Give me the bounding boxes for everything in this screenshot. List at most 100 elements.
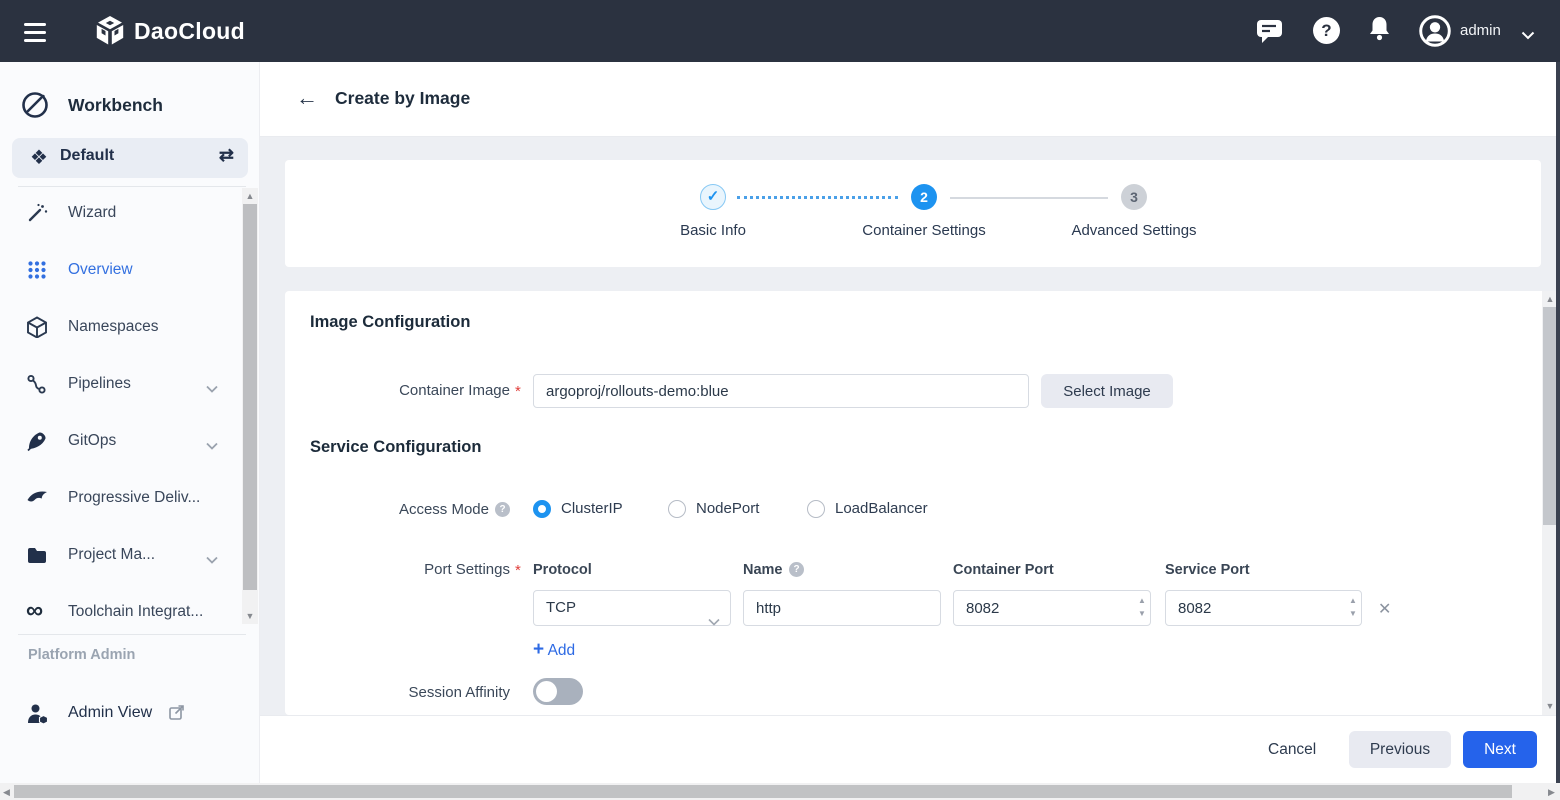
infinity-icon: ∞ bbox=[26, 595, 48, 617]
container-port-stepper[interactable]: ▲▼ bbox=[1135, 594, 1149, 620]
sidebar-scrollbar-thumb[interactable] bbox=[243, 204, 257, 590]
bell-icon[interactable] bbox=[1366, 15, 1393, 49]
sidebar-item-namespaces[interactable]: Namespaces bbox=[0, 310, 240, 344]
horizontal-scrollbar[interactable]: ◀ ▶ bbox=[0, 783, 1560, 800]
access-mode-help-icon[interactable]: ? bbox=[495, 502, 510, 517]
sidebar-item-pipelines[interactable]: Pipelines bbox=[0, 367, 240, 401]
sidebar-item-wizard[interactable]: Wizard bbox=[0, 196, 240, 230]
workspace-name: Default bbox=[60, 147, 114, 165]
port-settings-label: Port Settings bbox=[285, 562, 510, 578]
container-image-input[interactable] bbox=[533, 374, 1029, 408]
window-right-scrollbar[interactable] bbox=[1556, 62, 1560, 783]
chevron-down-icon bbox=[206, 380, 218, 398]
chevron-down-icon bbox=[206, 437, 218, 455]
col-name: Name bbox=[743, 562, 783, 578]
service-port-input[interactable] bbox=[1165, 590, 1362, 626]
cube-icon bbox=[26, 316, 48, 338]
required-asterisk: * bbox=[515, 383, 521, 400]
step-2-label: Container Settings bbox=[834, 222, 1014, 239]
service-port-stepper[interactable]: ▲▼ bbox=[1346, 594, 1360, 620]
admin-person-icon bbox=[26, 702, 48, 724]
step-2-circle[interactable]: 2 bbox=[911, 184, 937, 210]
stepper-card: ✓ 2 3 Basic Info Container Settings Adva… bbox=[285, 160, 1541, 267]
avatar[interactable] bbox=[1419, 15, 1451, 52]
horizontal-scrollbar-thumb[interactable] bbox=[14, 785, 1512, 798]
daocloud-logo-icon bbox=[92, 13, 128, 54]
select-chevron-down-icon bbox=[708, 605, 720, 639]
delete-port-row-icon[interactable]: ✕ bbox=[1378, 599, 1391, 619]
access-mode-label-wrap: Access Mode ? bbox=[285, 491, 510, 527]
radio-clusterip-label[interactable]: ClusterIP bbox=[561, 491, 623, 527]
sidebar-item-project-management[interactable]: Project Ma... bbox=[0, 538, 240, 572]
col-container-port: Container Port bbox=[953, 562, 1054, 578]
page-title: Create by Image bbox=[335, 88, 470, 109]
footer-actions: Cancel Previous Next bbox=[260, 715, 1560, 783]
port-row: TCP ▲▼ ▲▼ ✕ bbox=[533, 590, 1433, 626]
step-3-label: Advanced Settings bbox=[1044, 222, 1224, 239]
access-mode-label: Access Mode bbox=[399, 501, 489, 518]
brand-name: DaoCloud bbox=[134, 0, 245, 62]
back-arrow-icon[interactable]: ← bbox=[296, 85, 318, 111]
wand-icon bbox=[26, 202, 48, 224]
cancel-button[interactable]: Cancel bbox=[1268, 716, 1316, 784]
scroll-up-icon[interactable]: ▲ bbox=[242, 191, 258, 201]
session-affinity-label: Session Affinity bbox=[285, 683, 510, 703]
port-columns: Protocol Name ? Container Port Service P… bbox=[533, 562, 1433, 578]
container-image-label: Container Image bbox=[285, 374, 510, 408]
service-configuration-title: Service Configuration bbox=[310, 438, 481, 457]
radio-nodeport[interactable] bbox=[668, 500, 686, 518]
sidebar-item-overview[interactable]: Overview bbox=[0, 253, 240, 287]
sidebar-item-admin-view[interactable]: Admin View bbox=[0, 696, 240, 730]
bird-icon bbox=[26, 487, 48, 509]
scroll-down-icon[interactable]: ▼ bbox=[242, 611, 258, 621]
sidebar-scrollbar[interactable]: ▲ ▼ bbox=[242, 188, 258, 624]
session-affinity-toggle[interactable] bbox=[533, 678, 583, 705]
step-3-circle[interactable]: 3 bbox=[1121, 184, 1147, 210]
sidebar-item-gitops[interactable]: GitOps bbox=[0, 424, 240, 458]
radio-nodeport-label[interactable]: NodePort bbox=[696, 491, 759, 527]
divider bbox=[18, 186, 246, 187]
platform-admin-section-label: Platform Admin bbox=[28, 647, 135, 663]
step-connector-solid bbox=[950, 197, 1108, 199]
user-menu-chevron-down-icon[interactable] bbox=[1521, 27, 1535, 45]
user-name[interactable]: admin bbox=[1460, 0, 1501, 62]
col-protocol: Protocol bbox=[533, 562, 592, 578]
radio-loadbalancer-label[interactable]: LoadBalancer bbox=[835, 491, 928, 527]
name-help-icon[interactable]: ? bbox=[789, 562, 804, 577]
divider bbox=[18, 634, 246, 635]
workbench-icon bbox=[20, 90, 50, 125]
rocket-icon bbox=[26, 430, 48, 452]
scroll-right-icon[interactable]: ▶ bbox=[1548, 787, 1555, 798]
help-icon[interactable]: ? bbox=[1313, 17, 1340, 44]
radio-clusterip[interactable] bbox=[533, 500, 551, 518]
pipeline-icon bbox=[26, 373, 48, 395]
step-connector-dotted bbox=[737, 196, 898, 199]
next-button[interactable]: Next bbox=[1463, 731, 1537, 768]
grid-icon bbox=[26, 259, 48, 281]
previous-button[interactable]: Previous bbox=[1349, 731, 1451, 768]
required-asterisk: * bbox=[515, 562, 521, 579]
switch-workspace-icon[interactable]: ⇄ bbox=[219, 145, 234, 166]
plus-icon: + bbox=[533, 639, 544, 660]
radio-loadbalancer[interactable] bbox=[807, 500, 825, 518]
container-port-input[interactable] bbox=[953, 590, 1151, 626]
protocol-select[interactable]: TCP bbox=[533, 590, 731, 626]
step-1-done-check-icon[interactable]: ✓ bbox=[700, 184, 726, 210]
protocol-value: TCP bbox=[546, 599, 576, 616]
hamburger-menu-icon[interactable] bbox=[24, 23, 46, 42]
image-configuration-title: Image Configuration bbox=[310, 313, 470, 332]
sidebar-item-toolchain-integration[interactable]: ∞ Toolchain Integrat... bbox=[0, 595, 240, 629]
sidebar-item-progressive-delivery[interactable]: Progressive Deliv... bbox=[0, 481, 240, 515]
page-header: ← Create by Image bbox=[260, 62, 1560, 137]
add-port-link[interactable]: + Add bbox=[533, 639, 575, 661]
workspace-selector[interactable]: ❖ Default ⇄ bbox=[12, 138, 248, 178]
access-mode-options: ClusterIP NodePort LoadBalancer bbox=[533, 491, 1133, 527]
folder-icon bbox=[26, 544, 48, 566]
port-name-input[interactable] bbox=[743, 590, 941, 626]
scroll-left-icon[interactable]: ◀ bbox=[3, 787, 10, 798]
top-navbar: DaoCloud ? admin bbox=[0, 0, 1560, 62]
form-card: Image Configuration Container Image * Se… bbox=[285, 291, 1558, 715]
chat-icon[interactable] bbox=[1256, 18, 1284, 50]
form-scrollbar-thumb[interactable] bbox=[1543, 307, 1557, 525]
select-image-button[interactable]: Select Image bbox=[1041, 374, 1173, 408]
